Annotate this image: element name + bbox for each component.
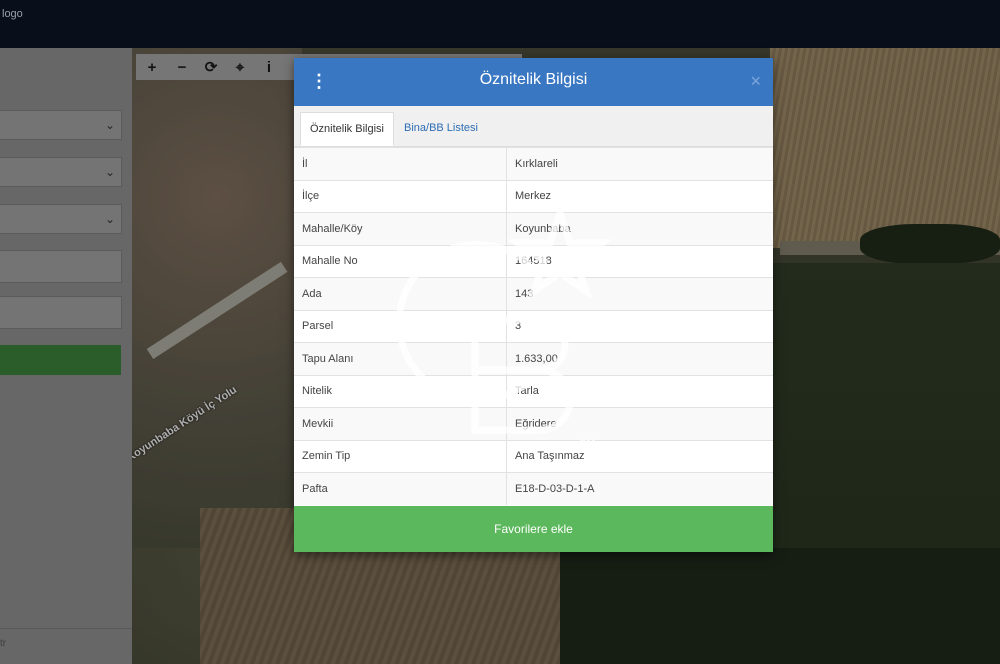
attribute-key: Mahalle No xyxy=(294,244,507,278)
attribute-key: Zemin Tip xyxy=(294,439,507,473)
attribute-value: Eğridere xyxy=(506,407,773,440)
attribute-value: Koyunbaba xyxy=(506,212,773,245)
tab-attribute-info[interactable]: Öznitelik Bilgisi xyxy=(300,112,394,146)
table-row: Zemin Tip Ana Taşınmaz xyxy=(294,439,773,473)
attribute-info-modal: ⋮ Öznitelik Bilgisi × Öznitelik Bilgisi … xyxy=(294,58,773,552)
attribute-key: Pafta xyxy=(294,472,507,505)
attribute-key: İl xyxy=(294,147,507,180)
table-row: Ada 143 xyxy=(294,277,773,310)
table-row: Mevkii Eğridere xyxy=(294,407,773,440)
attribute-value: 1.633,00 xyxy=(506,342,773,375)
attribute-value: 143 xyxy=(506,277,773,310)
modal-tabs: Öznitelik Bilgisi Bina/BB Listesi xyxy=(294,106,773,147)
attribute-key: Mahalle/Köy xyxy=(294,212,507,245)
table-row: Parsel 3 xyxy=(294,309,773,343)
table-row: İlçe Merkez xyxy=(294,179,773,213)
table-row: Nitelik Tarla xyxy=(294,374,773,408)
modal-header: ⋮ Öznitelik Bilgisi × xyxy=(294,58,773,106)
table-row: Tapu Alanı 1.633,00 xyxy=(294,342,773,375)
close-icon[interactable]: × xyxy=(750,71,761,92)
attribute-key: İlçe xyxy=(294,179,507,213)
table-row: Mahalle No 164518 xyxy=(294,244,773,278)
tab-building-list[interactable]: Bina/BB Listesi xyxy=(395,112,487,146)
attribute-value: Kırklareli xyxy=(506,147,773,180)
attribute-key: Nitelik xyxy=(294,374,507,408)
attribute-table: İl Kırklareli İlçe Merkez Mahalle/Köy Koyunba… xyxy=(294,147,773,505)
attribute-key: Ada xyxy=(294,277,507,310)
attribute-value: Tarla xyxy=(506,374,773,408)
attribute-key: Tapu Alanı xyxy=(294,342,507,375)
table-row: Pafta E18-D-03-D-1-A xyxy=(294,472,773,505)
attribute-value: Ana Taşınmaz xyxy=(506,439,773,473)
attribute-key: Mevkii xyxy=(294,407,507,440)
attribute-value: Merkez xyxy=(506,179,773,213)
attribute-value: 164518 xyxy=(506,244,773,278)
table-row: İl Kırklareli xyxy=(294,147,773,180)
attribute-value: E18-D-03-D-1-A xyxy=(506,472,773,505)
add-to-favorites-button[interactable]: Favorilere ekle xyxy=(294,506,773,552)
table-row: Mahalle/Köy Koyunbaba xyxy=(294,212,773,245)
attribute-value: 3 xyxy=(506,309,773,343)
modal-title: Öznitelik Bilgisi xyxy=(479,71,588,88)
attribute-key: Parsel xyxy=(294,309,507,343)
